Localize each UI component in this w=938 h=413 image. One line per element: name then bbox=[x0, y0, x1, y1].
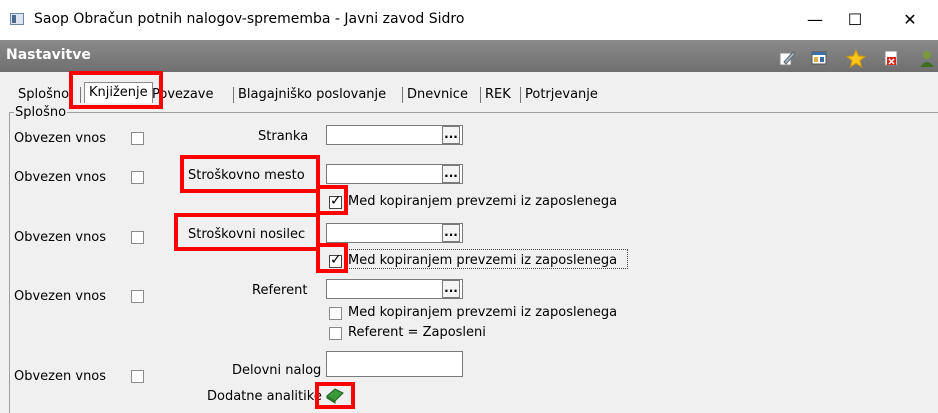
required-label: Obvezen vnos bbox=[14, 131, 107, 146]
required-label: Obvezen vnos bbox=[14, 230, 107, 245]
tab-separator bbox=[480, 87, 481, 103]
required-label: Obvezen vnos bbox=[14, 369, 107, 384]
tab-splosno[interactable]: Splošno bbox=[18, 87, 69, 102]
required-checkbox[interactable] bbox=[131, 132, 144, 145]
focus-rectangle bbox=[344, 249, 628, 269]
referent-same-label: Referent = Zaposleni bbox=[348, 325, 486, 340]
tab-separator bbox=[520, 87, 521, 103]
highlight-box bbox=[174, 213, 320, 251]
referent-copy-label: Med kopiranjem prevzemi iz zaposlenega bbox=[348, 305, 618, 320]
highlight-box bbox=[180, 155, 320, 193]
referent-label: Referent bbox=[252, 283, 308, 298]
tab-potrjevanje[interactable]: Potrjevanje bbox=[525, 87, 598, 102]
minimize-button[interactable]: — bbox=[795, 8, 835, 32]
referent-browse-button[interactable]: ... bbox=[442, 280, 460, 298]
referent-copy-checkbox[interactable] bbox=[329, 307, 342, 320]
columns-icon[interactable] bbox=[810, 49, 828, 67]
required-label: Obvezen vnos bbox=[14, 289, 107, 304]
section-title: Nastavitve bbox=[6, 47, 91, 63]
highlight-box bbox=[316, 185, 348, 215]
maximize-button[interactable]: ☐ bbox=[835, 8, 875, 32]
highlight-box bbox=[315, 382, 355, 409]
section-bar: Nastavitve bbox=[0, 40, 938, 72]
window-titlebar: Saop Obračun potnih nalogov-sprememba - … bbox=[0, 0, 938, 40]
stranka-label: Stranka bbox=[258, 129, 309, 144]
stroskovno-mesto-copy-label: Med kopiranjem prevzemi iz zaposlenega bbox=[348, 194, 618, 209]
required-label: Obvezen vnos bbox=[14, 170, 107, 185]
stroskovno-mesto-browse-button[interactable]: ... bbox=[442, 165, 460, 183]
close-button[interactable]: ✕ bbox=[890, 8, 930, 32]
highlight-box bbox=[69, 71, 163, 109]
highlight-box bbox=[316, 243, 348, 273]
edit-icon[interactable] bbox=[778, 49, 796, 67]
delovni-nalog-field[interactable] bbox=[326, 351, 463, 377]
stranka-browse-button[interactable]: ... bbox=[442, 126, 460, 144]
required-checkbox[interactable] bbox=[131, 370, 144, 383]
stroskovni-nosilec-browse-button[interactable]: ... bbox=[442, 224, 460, 242]
user-icon[interactable] bbox=[918, 49, 936, 67]
app-icon bbox=[10, 13, 24, 25]
group-label: Splošno bbox=[14, 105, 68, 120]
required-checkbox[interactable] bbox=[131, 290, 144, 303]
delovni-nalog-label: Delovni nalog bbox=[232, 363, 322, 378]
tab-dnevnice[interactable]: Dnevnice bbox=[407, 87, 468, 102]
star-icon[interactable] bbox=[845, 48, 867, 69]
tab-rek[interactable]: REK bbox=[485, 87, 511, 102]
tab-separator bbox=[402, 87, 403, 103]
required-checkbox[interactable] bbox=[131, 171, 144, 184]
required-checkbox[interactable] bbox=[131, 231, 144, 244]
window-title: Saop Obračun potnih nalogov-sprememba - … bbox=[34, 11, 465, 27]
tab-blagajnisko[interactable]: Blagajniško poslovanje bbox=[238, 87, 386, 102]
delete-icon[interactable] bbox=[882, 49, 900, 67]
tab-separator bbox=[233, 87, 234, 103]
dodatne-analitike-label: Dodatne analitike bbox=[207, 389, 322, 404]
referent-same-checkbox[interactable] bbox=[329, 327, 342, 340]
